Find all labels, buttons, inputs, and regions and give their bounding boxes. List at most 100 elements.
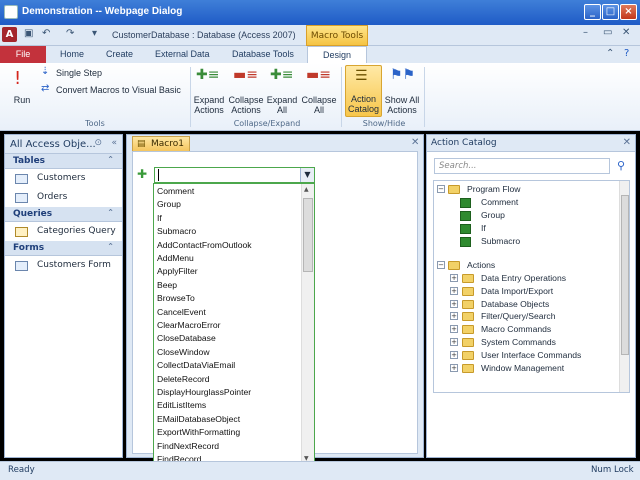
nav-dropdown-icon[interactable]: ⊙ xyxy=(94,138,102,148)
expand-node-icon[interactable]: + xyxy=(450,274,458,282)
tree-item-if[interactable]: If xyxy=(481,223,486,233)
run-button[interactable]: Run xyxy=(10,95,34,105)
tree-action-folder[interactable]: User Interface Commands xyxy=(481,350,581,360)
scroll-up-icon[interactable]: ▲ xyxy=(304,186,309,193)
app-close-icon[interactable]: ✕ xyxy=(622,27,630,38)
nav-item-orders[interactable]: Orders xyxy=(5,188,122,207)
tab-external-data[interactable]: External Data xyxy=(155,46,210,63)
dropdown-scrollbar[interactable]: ▲ ▼ xyxy=(301,184,314,465)
expand-node-icon[interactable]: + xyxy=(450,325,458,334)
dropdown-item[interactable]: CloseDatabase xyxy=(157,333,216,343)
folder-icon xyxy=(462,325,474,335)
help-icon[interactable]: ? xyxy=(624,48,629,59)
show-all-actions-button[interactable]: Show All Actions xyxy=(383,95,421,115)
dropdown-item[interactable]: AddContactFromOutlook xyxy=(157,240,252,250)
tree-item-group[interactable]: Group xyxy=(481,210,505,220)
collapse-node-icon[interactable]: − xyxy=(437,185,445,193)
tree-action-folder[interactable]: Database Objects xyxy=(481,299,549,309)
query-icon xyxy=(15,227,28,237)
dropdown-item[interactable]: CancelEvent xyxy=(157,307,206,317)
dropdown-item[interactable]: Beep xyxy=(157,280,177,290)
catalog-scrollbar[interactable] xyxy=(619,181,629,392)
tab-create[interactable]: Create xyxy=(106,46,133,63)
nav-item-categories-query[interactable]: Categories Query xyxy=(5,222,122,241)
catalog-search-input[interactable]: Search... xyxy=(434,158,610,174)
nav-item-customers[interactable]: Customers xyxy=(5,169,122,188)
dropdown-item[interactable]: ExportWithFormatting xyxy=(157,427,240,437)
run-icon[interactable]: ! xyxy=(14,68,21,89)
collapse-node-icon[interactable]: − xyxy=(437,261,445,269)
search-icon[interactable]: ⚲ xyxy=(617,159,625,172)
dropdown-item[interactable]: Comment xyxy=(157,186,194,196)
tab-home[interactable]: Home xyxy=(60,46,84,63)
tree-actions[interactable]: Actions xyxy=(467,260,495,270)
tree-action-folder[interactable]: Data Import/Export xyxy=(481,286,553,296)
expand-node-icon[interactable]: + xyxy=(450,299,458,308)
maximize-button[interactable]: □ xyxy=(602,4,619,20)
nav-header[interactable]: All Access Obje... ⊙ « xyxy=(5,135,122,154)
single-step-button[interactable]: Single Step xyxy=(56,68,102,78)
expand-all-icon: ✚≡ xyxy=(270,67,294,83)
scroll-thumb[interactable] xyxy=(303,198,313,272)
dropdown-item[interactable]: CollectDataViaEmail xyxy=(157,360,235,370)
collapse-actions-label-2: Actions xyxy=(231,105,261,115)
dropdown-item[interactable]: Group xyxy=(157,199,181,209)
close-button[interactable]: × xyxy=(620,4,637,20)
add-new-action-combobox[interactable]: ▼ xyxy=(154,167,315,183)
expand-node-icon[interactable]: + xyxy=(450,286,458,295)
expand-node-icon[interactable]: + xyxy=(450,363,458,372)
tree-program-flow[interactable]: Program Flow xyxy=(467,184,520,194)
dropdown-item[interactable]: DisplayHourglassPointer xyxy=(157,387,251,397)
ribbon-minimize-icon[interactable]: ⌃ xyxy=(606,48,614,59)
tab-file[interactable]: File xyxy=(0,46,46,63)
tree-action-folder[interactable]: Data Entry Operations xyxy=(481,273,566,283)
dropdown-item[interactable]: EditListItems xyxy=(157,400,206,410)
dropdown-item[interactable]: FindNextRecord xyxy=(157,441,219,451)
dropdown-item[interactable]: EMailDatabaseObject xyxy=(157,414,240,424)
dropdown-arrow-icon[interactable]: ▼ xyxy=(300,168,314,182)
tree-item-submacro[interactable]: Submacro xyxy=(481,236,520,246)
expand-node-icon[interactable]: + xyxy=(450,312,458,321)
app-restore-icon[interactable]: ▭ xyxy=(603,27,612,38)
redo-icon[interactable]: ↷ xyxy=(66,28,74,39)
dropdown-item[interactable]: CloseWindow xyxy=(157,347,210,357)
dropdown-item[interactable]: DeleteRecord xyxy=(157,374,210,384)
tree-action-folder[interactable]: Window Management xyxy=(481,363,564,373)
nav-section-tables[interactable]: Tables ⌃ xyxy=(5,154,122,169)
app-minimize-icon[interactable]: – xyxy=(583,27,588,38)
close-catalog-icon[interactable]: ✕ xyxy=(623,137,631,148)
tab-database-tools[interactable]: Database Tools xyxy=(232,46,294,63)
undo-icon[interactable]: ↶ xyxy=(42,28,50,39)
tree-action-folder[interactable]: Filter/Query/Search xyxy=(481,311,556,321)
expand-node-icon[interactable]: + xyxy=(450,338,458,346)
expand-actions-button[interactable]: Expand Actions xyxy=(192,95,226,115)
tree-item-comment[interactable]: Comment xyxy=(481,197,518,207)
dropdown-item[interactable]: ApplyFilter xyxy=(157,266,198,276)
chevron-up-icon: ⌃ xyxy=(107,242,114,251)
collapse-actions-button[interactable]: Collapse Actions xyxy=(227,95,265,115)
nav-item-customers-form[interactable]: Customers Form xyxy=(5,256,122,275)
tree-action-folder[interactable]: System Commands xyxy=(481,337,556,347)
tab-design[interactable]: Design xyxy=(307,46,367,63)
nav-section-forms[interactable]: Forms ⌃ xyxy=(5,241,122,256)
expand-node-icon[interactable]: + xyxy=(450,350,458,359)
dropdown-item[interactable]: BrowseTo xyxy=(157,293,195,303)
dropdown-item[interactable]: AddMenu xyxy=(157,253,194,263)
qat-customize-icon[interactable]: ▾ xyxy=(92,28,97,39)
save-icon[interactable]: ▣ xyxy=(24,28,33,39)
folder-icon xyxy=(448,185,460,194)
minimize-button[interactable]: _ xyxy=(584,4,601,20)
convert-button[interactable]: Convert Macros to Visual Basic xyxy=(56,85,181,95)
collapse-all-button[interactable]: Collapse All xyxy=(300,95,338,115)
close-doc-icon[interactable]: ✕ xyxy=(411,137,419,148)
action-catalog-button[interactable]: ☰ Action Catalog xyxy=(345,65,382,117)
expand-all-button[interactable]: Expand All xyxy=(265,95,299,115)
tab-macro1[interactable]: ▤ Macro1 xyxy=(132,136,190,152)
nav-section-queries[interactable]: Queries ⌃ xyxy=(5,207,122,222)
tree-action-folder[interactable]: Macro Commands xyxy=(481,324,551,334)
dropdown-item[interactable]: If xyxy=(157,213,162,223)
dropdown-item[interactable]: Submacro xyxy=(157,226,196,236)
catalog-scroll-thumb[interactable] xyxy=(621,195,629,355)
dropdown-item[interactable]: ClearMacroError xyxy=(157,320,221,330)
nav-collapse-icon[interactable]: « xyxy=(111,138,117,148)
